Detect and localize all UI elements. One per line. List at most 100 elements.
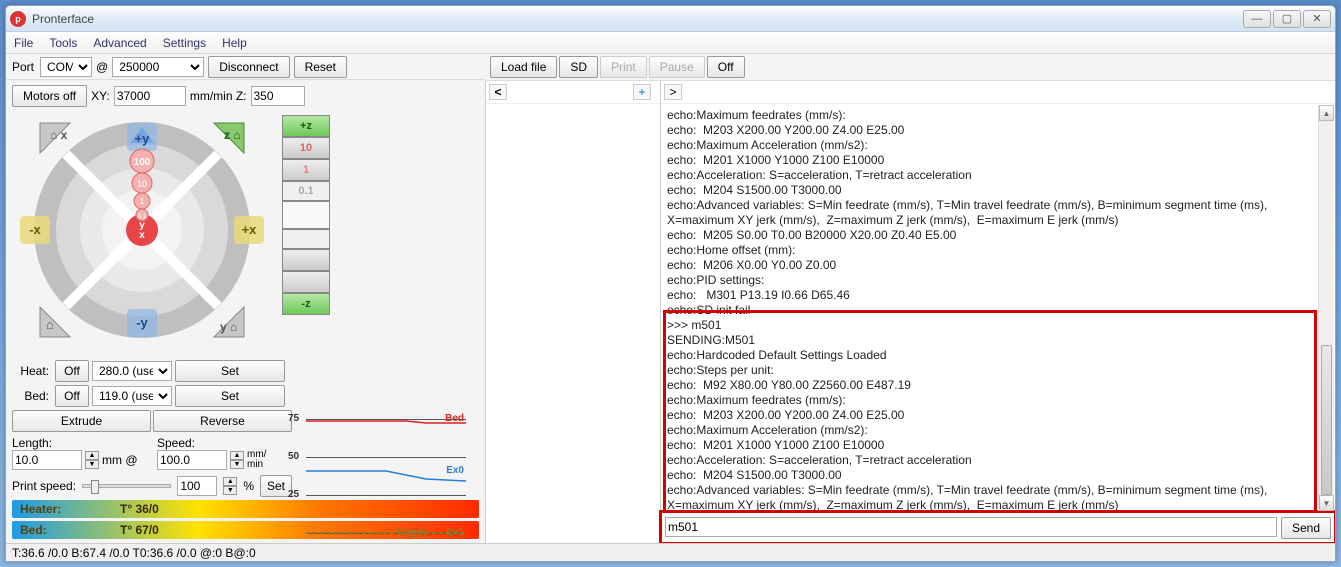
add-tab-button[interactable]: + <box>633 84 651 100</box>
printspeed-spinner[interactable]: ▲▼ <box>223 477 237 495</box>
disconnect-button[interactable]: Disconnect <box>208 56 289 78</box>
console-output[interactable]: echo:Maximum feedrates (mm/s): echo: M20… <box>661 104 1335 512</box>
heater-bar-label: Heater: <box>20 502 120 516</box>
svg-text:-y: -y <box>136 315 148 330</box>
port-select[interactable]: COM8 <box>40 57 92 77</box>
speed-spinner[interactable]: ▲▼ <box>230 451 244 469</box>
heat-set-button[interactable]: Set <box>175 360 285 382</box>
menubar: File Tools Advanced Settings Help <box>6 32 1335 54</box>
svg-text:-x: -x <box>29 222 41 237</box>
svg-text:0.1: 0.1 <box>138 214 147 220</box>
print-button[interactable]: Print <box>600 56 647 78</box>
z-10-dn[interactable] <box>282 271 330 293</box>
right-panel: > echo:Maximum feedrates (mm/s): echo: M… <box>661 81 1335 543</box>
printspeed-label: Print speed: <box>12 479 76 493</box>
printspeed-slider[interactable] <box>82 484 171 488</box>
console-scrollbar[interactable]: ▲ ▼ <box>1318 105 1334 511</box>
bed-off-button[interactable]: Off <box>55 385 89 407</box>
extrude-button[interactable]: Extrude <box>12 410 151 432</box>
z-feedrate-input[interactable] <box>251 86 305 106</box>
reverse-button[interactable]: Reverse <box>153 410 292 432</box>
titlebar[interactable]: p Pronterface — ▢ ✕ <box>6 6 1335 32</box>
z-10-up[interactable]: 10 <box>282 137 330 159</box>
pause-button[interactable]: Pause <box>649 56 705 78</box>
legend-target: Target <box>396 527 426 538</box>
connection-toolbar: Port COM8 @ 250000 Disconnect Reset <box>6 54 486 80</box>
close-button[interactable]: ✕ <box>1303 10 1331 28</box>
left-panel: Motors off XY: mm/min Z: y <box>6 81 486 543</box>
legend-bed: Bed <box>445 413 464 424</box>
load-file-button[interactable]: Load file <box>490 56 557 78</box>
collapse-left-button[interactable]: < <box>489 84 507 100</box>
at-label: @ <box>96 60 108 74</box>
mid-panel: < + <box>486 81 661 543</box>
z-minus-button[interactable]: -z <box>282 293 330 315</box>
speed-input[interactable] <box>157 450 227 470</box>
collapse-right-button[interactable]: > <box>664 84 682 100</box>
motors-off-button[interactable]: Motors off <box>12 85 87 107</box>
port-label: Port <box>12 60 34 74</box>
menu-file[interactable]: File <box>14 36 33 50</box>
svg-text:z ⌂: z ⌂ <box>224 128 241 142</box>
app-window: p Pronterface — ▢ ✕ File Tools Advanced … <box>5 5 1336 562</box>
reset-button[interactable]: Reset <box>294 56 347 78</box>
bed-bar-value: T° 67/0 <box>120 523 159 537</box>
content: Motors off XY: mm/min Z: y <box>6 81 1335 543</box>
bed-bar-label: Bed: <box>20 523 120 537</box>
menu-settings[interactable]: Settings <box>163 36 206 50</box>
statusbar: T:36.6 /0.0 B:67.4 /0.0 T0:36.6 /0.0 @:0… <box>6 543 1335 561</box>
xy-label: XY: <box>91 89 110 103</box>
xy-feedrate-input[interactable] <box>114 86 186 106</box>
scroll-down-icon[interactable]: ▼ <box>1319 495 1334 511</box>
svg-text:10: 10 <box>137 179 147 189</box>
length-label: Length: <box>12 436 147 450</box>
xy-jog-control: y x +y -y -x +x ⌂ x <box>12 111 479 358</box>
heat-label: Heat: <box>12 364 52 378</box>
minimize-button[interactable]: — <box>1243 10 1271 28</box>
xy-ring[interactable]: y x +y -y -x +x ⌂ x <box>12 115 272 345</box>
app-icon: p <box>10 11 26 27</box>
svg-text:x: x <box>139 230 145 241</box>
length-input[interactable] <box>12 450 82 470</box>
svg-text:⌂: ⌂ <box>46 317 54 332</box>
speed-label: Speed: <box>157 436 292 450</box>
svg-text:+y: +y <box>135 131 151 146</box>
temp-graph: 75 50 25 Bed Ex0 Target Ex1 <box>306 411 466 541</box>
window-title: Pronterface <box>32 12 1243 26</box>
menu-help[interactable]: Help <box>222 36 247 50</box>
svg-text:+x: +x <box>242 222 258 237</box>
z-plus-button[interactable]: +z <box>282 115 330 137</box>
z-1-dn[interactable] <box>282 249 330 271</box>
off-button[interactable]: Off <box>707 56 745 78</box>
bed-set-button[interactable]: Set <box>175 385 285 407</box>
legend-ex1: Ex1 <box>446 527 464 538</box>
scroll-thumb[interactable] <box>1321 345 1332 495</box>
printspeed-input[interactable] <box>177 476 217 496</box>
z-1-up[interactable]: 1 <box>282 159 330 181</box>
pct-label: % <box>243 479 254 493</box>
mm-at-label: mm @ <box>102 453 138 467</box>
send-button[interactable]: Send <box>1281 517 1331 539</box>
command-input[interactable] <box>665 517 1277 537</box>
mmmin-unit: mm/min <box>247 450 266 470</box>
baud-select[interactable]: 250000 <box>112 57 204 77</box>
scroll-up-icon[interactable]: ▲ <box>1319 105 1334 121</box>
heat-grid: Heat: Off 280.0 (user Set Bed: Off 119.0… <box>12 360 292 407</box>
length-spinner[interactable]: ▲▼ <box>85 451 99 469</box>
legend-ex0: Ex0 <box>446 465 464 476</box>
maximize-button[interactable]: ▢ <box>1273 10 1301 28</box>
heat-temp-select[interactable]: 280.0 (user <box>92 361 172 381</box>
menu-advanced[interactable]: Advanced <box>93 36 146 50</box>
bed-temp-select[interactable]: 119.0 (user <box>92 386 172 406</box>
z-01-up[interactable]: 0.1 <box>282 181 330 201</box>
sd-button[interactable]: SD <box>559 56 598 78</box>
z-01-dn[interactable] <box>282 229 330 249</box>
heat-off-button[interactable]: Off <box>55 360 89 382</box>
svg-text:1: 1 <box>140 197 145 206</box>
command-row: Send <box>661 512 1335 543</box>
z-spacer <box>282 201 330 229</box>
menu-tools[interactable]: Tools <box>49 36 77 50</box>
svg-text:100: 100 <box>134 157 151 168</box>
mmmin-label: mm/min Z: <box>190 89 247 103</box>
z-jog-column: +z 10 1 0.1 -z <box>282 115 330 315</box>
